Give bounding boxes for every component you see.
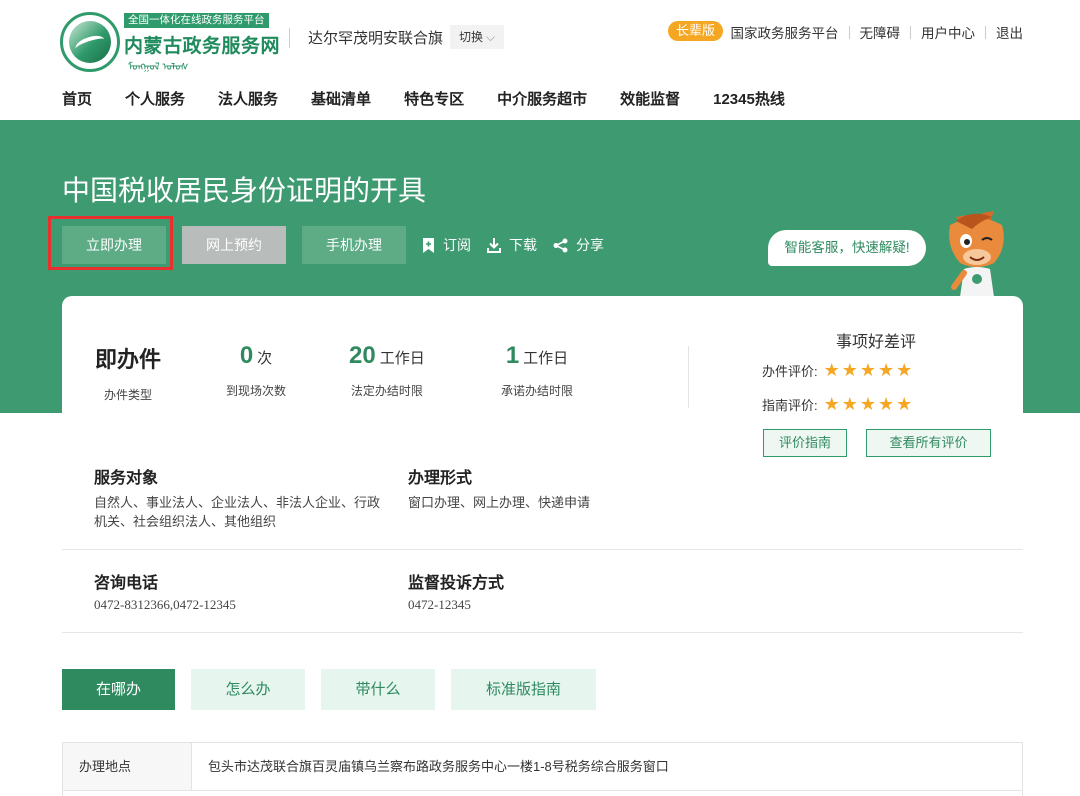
stat-promised-limit-label: 承诺办结时限 <box>501 384 574 398</box>
tab-standard-guide[interactable]: 标准版指南 <box>451 669 596 710</box>
rating-handle-stars: ★★★★★ <box>823 360 915 380</box>
banner-actions: 订阅 下载 分享 <box>422 235 620 255</box>
mascot-horse-icon[interactable] <box>942 207 1012 297</box>
stat-promised-limit: 1 工作日 承诺办结时限 <box>501 342 573 399</box>
stat-legal-limit-unit: 工作日 <box>379 350 425 367</box>
view-all-ratings-button[interactable]: 查看所有评价 <box>866 429 991 457</box>
toplink-separator <box>985 25 986 39</box>
download-label: 下载 <box>509 237 537 253</box>
share-icon <box>553 238 568 252</box>
tab-where[interactable]: 在哪办 <box>62 669 175 710</box>
complaint-text: 0472-12345 <box>408 597 471 612</box>
subscribe-label: 订阅 <box>443 237 471 253</box>
stat-service-type: 即办件 办件类型 <box>95 342 161 403</box>
stat-legal-limit-value: 20 <box>349 342 376 369</box>
rating-handle-row: 办件评价: ★★★★★ <box>762 360 914 381</box>
online-reservation-button[interactable]: 网上预约 <box>182 226 286 264</box>
location-table: 办理地点 包头市达茂联合旗百灵庙镇乌兰察布路政务服务中心一楼1-8号税务综合服务… <box>62 742 1023 796</box>
rating-guide-stars: ★★★★★ <box>823 394 915 414</box>
consult-phone-heading: 咨询电话 <box>94 575 159 592</box>
nav-item-basic-list[interactable]: 基础清单 <box>311 88 371 109</box>
toplink-user-center[interactable]: 用户中心 <box>921 22 975 42</box>
toplink-logout[interactable]: 退出 <box>996 22 1023 42</box>
subscribe-action[interactable]: 订阅 <box>422 235 471 255</box>
bookmark-icon <box>423 237 434 253</box>
table-row-separator <box>63 790 1022 791</box>
stat-onsite-visits-label: 到现场次数 <box>226 384 287 398</box>
region-name: 达尔罕茂明安联合旗 <box>308 30 444 47</box>
handling-form-text: 窗口办理、网上办理、快递申请 <box>408 495 591 510</box>
site-logo[interactable] <box>60 12 120 72</box>
page-title: 中国税收居民身份证明的开具 <box>62 175 427 206</box>
apply-now-button[interactable]: 立即办理 <box>62 226 166 264</box>
rating-handle-label: 办件评价: <box>762 364 818 379</box>
nav-item-personal[interactable]: 个人服务 <box>125 88 185 109</box>
download-action[interactable]: 下载 <box>487 235 537 255</box>
toplink-national-platform[interactable]: 国家政务服务平台 <box>731 22 839 42</box>
toplink-separator <box>910 25 911 39</box>
stat-service-type-label: 办件类型 <box>104 388 153 402</box>
header-divider <box>289 28 290 48</box>
stat-legal-limit-label: 法定办结时限 <box>350 384 423 398</box>
main-nav: 首页 个人服务 法人服务 基础清单 特色专区 中介服务超市 效能监督 12345… <box>62 88 818 109</box>
brand-mongolian-script: ᠮᠣᠩᠭᠣᠯ ᠤᠯᠤᠰ <box>128 62 189 73</box>
rating-title: 事项好差评 <box>836 334 917 351</box>
elder-version-badge[interactable]: 长辈版 <box>668 21 724 41</box>
top-links: 国家政务服务平台 无障碍 用户中心 退出 <box>731 22 1023 42</box>
section-divider <box>62 549 1023 550</box>
tab-what-to-bring[interactable]: 带什么 <box>321 669 435 710</box>
toplink-separator <box>848 25 850 39</box>
region-switch-label: 切换 <box>459 30 484 44</box>
brand-name[interactable]: 内蒙古政务服务网 <box>124 31 280 58</box>
site-header: 全国一体化在线政务服务平台 内蒙古政务服务网 ᠮᠣᠩᠭᠣᠯ ᠤᠯᠤᠰ 达尔罕茂明… <box>0 0 1080 120</box>
location-value-cell: 包头市达茂联合旗百灵庙镇乌兰察布路政务服务中心一楼1-8号税务综合服务窗口 <box>208 759 669 774</box>
stat-service-type-value: 即办件 <box>95 347 162 372</box>
service-target-line: 自然人、事业法人、企业法人、非法人企业、行政 <box>94 495 381 510</box>
toplink-accessibility[interactable]: 无障碍 <box>860 22 901 42</box>
service-target-heading: 服务对象 <box>94 470 159 487</box>
card-divider <box>688 346 689 408</box>
service-target-text: 自然人、事业法人、企业法人、非法人企业、行政 机关、社会组织法人、其他组织 <box>94 493 394 531</box>
nav-item-legal-person[interactable]: 法人服务 <box>218 88 278 109</box>
stat-promised-limit-unit: 工作日 <box>523 350 569 367</box>
smart-assistant-bubble[interactable]: 智能客服，快速解疑! <box>768 230 926 266</box>
rating-guide-button[interactable]: 评价指南 <box>763 429 847 457</box>
handling-form-heading: 办理形式 <box>408 470 473 487</box>
nav-item-hotline[interactable]: 12345热线 <box>713 88 785 109</box>
rating-guide-row: 指南评价: ★★★★★ <box>762 394 914 415</box>
rating-guide-label: 指南评价: <box>762 398 818 413</box>
stat-legal-limit: 20 工作日 法定办结时限 <box>349 342 425 399</box>
nav-item-home[interactable]: 首页 <box>62 88 92 109</box>
nav-item-supervision[interactable]: 效能监督 <box>620 88 680 109</box>
location-label-cell: 办理地点 <box>63 743 192 790</box>
region-switch-button[interactable]: 切换 ⌵ <box>450 25 505 49</box>
complaint-heading: 监督投诉方式 <box>408 575 505 592</box>
stat-onsite-visits-unit: 次 <box>257 350 273 367</box>
nav-item-agency-market[interactable]: 中介服务超市 <box>497 88 587 109</box>
download-icon <box>487 237 501 253</box>
service-target-line: 机关、社会组织法人、其他组织 <box>94 514 277 529</box>
share-label: 分享 <box>576 237 604 253</box>
stat-promised-limit-value: 1 <box>505 342 520 369</box>
mobile-apply-button[interactable]: 手机办理 <box>302 226 406 264</box>
stat-onsite-visits: 0次 到现场次数 <box>226 342 286 399</box>
brand-tagline: 全国一体化在线政务服务平台 <box>124 13 269 28</box>
section-divider <box>62 632 1023 633</box>
consult-phone-text: 0472-8312366,0472-12345 <box>94 597 236 612</box>
chevron-down-icon: ⌵ <box>486 30 496 44</box>
nav-item-featured[interactable]: 特色专区 <box>404 88 464 109</box>
share-action[interactable]: 分享 <box>553 235 604 255</box>
stat-onsite-visits-value: 0 <box>239 342 254 369</box>
tab-how[interactable]: 怎么办 <box>191 669 305 710</box>
